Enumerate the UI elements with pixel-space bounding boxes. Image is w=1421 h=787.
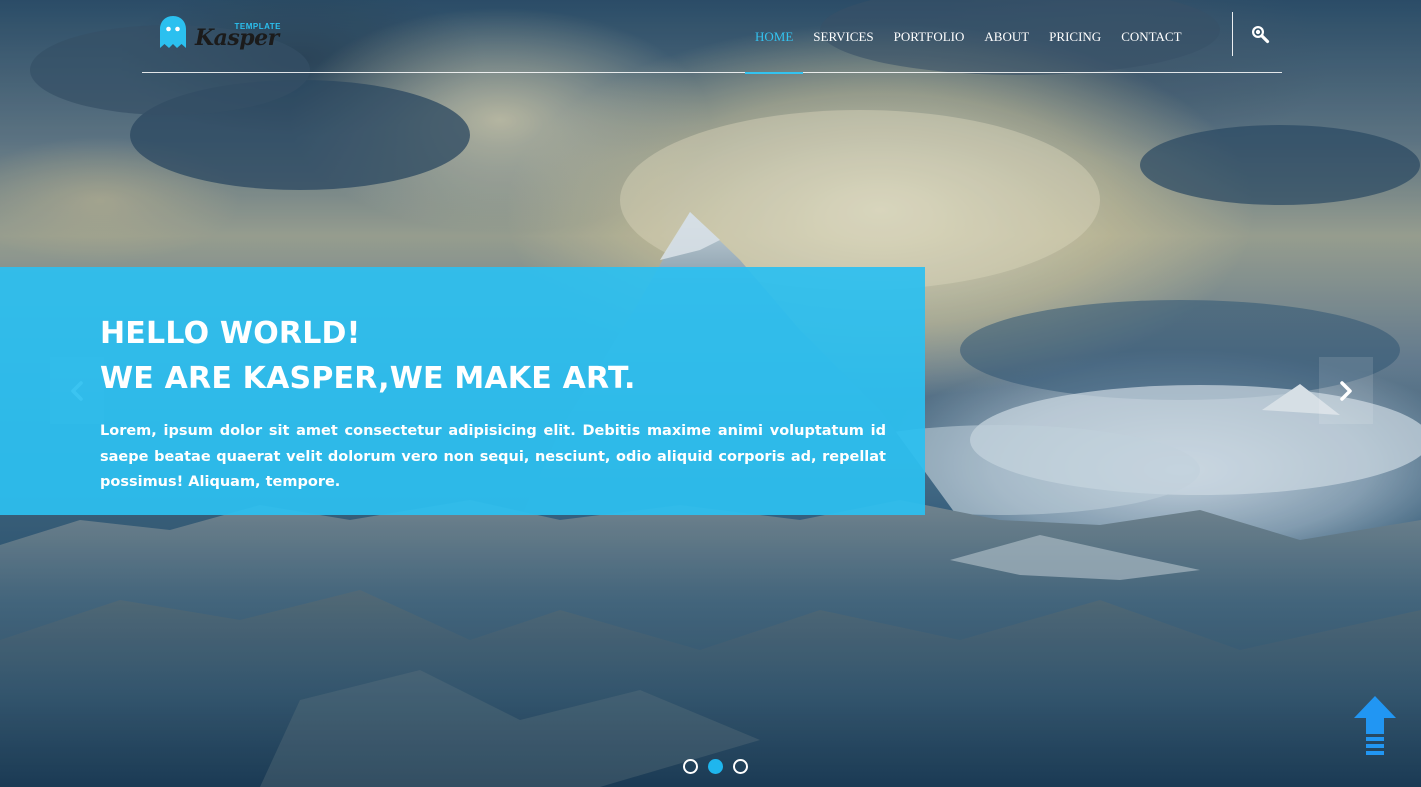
slider-dot-1[interactable] xyxy=(683,759,698,774)
arrow-up-icon xyxy=(1354,696,1396,755)
slider-dot-2[interactable] xyxy=(708,759,723,774)
chevron-right-icon xyxy=(1340,380,1352,401)
logo-text: Kasper TEMPLATE xyxy=(195,15,281,50)
logo[interactable]: Kasper TEMPLATE xyxy=(159,12,289,52)
nav-divider xyxy=(1232,12,1233,56)
nav-home[interactable]: HOME xyxy=(745,0,804,74)
nav-contact[interactable]: CONTACT xyxy=(1111,0,1191,73)
search-button[interactable] xyxy=(1250,24,1270,44)
nav-about[interactable]: ABOUT xyxy=(974,0,1039,73)
slide-title-line-1: HELLO WORLD! xyxy=(100,316,361,351)
slide-title-line-2: WE ARE KASPER,WE MAKE ART. xyxy=(100,361,636,396)
slider-dot-3[interactable] xyxy=(733,759,748,774)
nav-pricing[interactable]: PRICING xyxy=(1039,0,1111,73)
slide-description: Lorem, ipsum dolor sit amet consectetur … xyxy=(100,423,886,490)
slider-caption: HELLO WORLD! WE ARE KASPER,WE MAKE ART. … xyxy=(0,267,925,515)
ghost-icon xyxy=(160,16,186,48)
main-nav: HOME SERVICES PORTFOLIO ABOUT PRICING CO… xyxy=(745,0,1192,74)
logo-tagline: TEMPLATE xyxy=(234,22,281,31)
site-header: Kasper TEMPLATE HOME SERVICES PORTFOLIO … xyxy=(142,0,1282,74)
slider-next-button[interactable] xyxy=(1319,357,1373,424)
nav-services[interactable]: SERVICES xyxy=(803,0,883,73)
search-icon xyxy=(1252,26,1270,44)
nav-portfolio[interactable]: PORTFOLIO xyxy=(884,0,975,73)
scroll-to-top-button[interactable] xyxy=(1352,694,1398,756)
slider-dots xyxy=(683,759,748,776)
slide-title: HELLO WORLD! WE ARE KASPER,WE MAKE ART. xyxy=(100,311,890,401)
